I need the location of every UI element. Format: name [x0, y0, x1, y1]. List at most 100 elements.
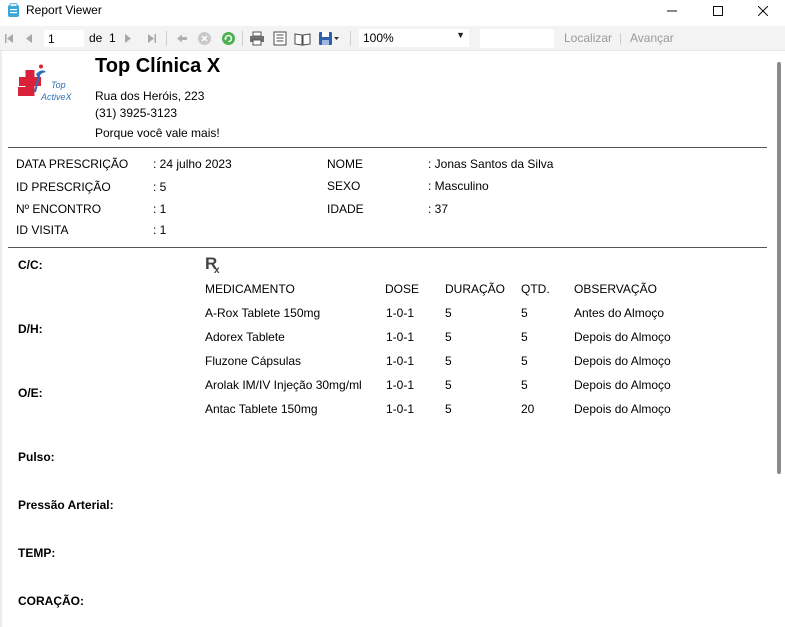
back-button[interactable] [175, 30, 189, 47]
table-cell-qty: 5 [521, 378, 528, 392]
refresh-icon [221, 32, 235, 45]
maximize-icon [713, 6, 723, 16]
patient-name-label: NOME [327, 157, 363, 171]
clinic-slogan: Porque você vale mais! [95, 126, 220, 140]
export-icon [319, 32, 339, 45]
table-cell-observation: Antes do Almoço [574, 306, 665, 320]
table-cell-observation: Depois do Almoço [574, 330, 671, 344]
section-pulse: Pulso: [18, 450, 55, 464]
table-cell-duration: 5 [445, 378, 452, 392]
back-icon [177, 34, 187, 43]
close-icon [758, 6, 768, 16]
total-pages: 1 [109, 31, 116, 45]
refresh-button[interactable] [220, 30, 236, 47]
next-page-icon [124, 34, 131, 43]
window-title: Report Viewer [26, 3, 102, 17]
page-of-label: de [89, 31, 103, 45]
zoom-select[interactable]: 100% ▼ [359, 29, 469, 47]
table-cell-dose: 1-0-1 [386, 378, 415, 392]
table-cell-dose: 1-0-1 [386, 306, 415, 320]
toolbar-separator [350, 31, 351, 46]
visit-id-label: ID VISITA [16, 223, 69, 237]
encounter-number-label: Nº ENCONTRO [16, 202, 102, 216]
patient-age-label: IDADE [327, 202, 364, 216]
stop-button[interactable] [196, 30, 212, 47]
prescription-id-label: ID PRESCRIÇÃO [16, 180, 111, 194]
find-next-link[interactable]: Avançar [630, 31, 674, 45]
table-header-observation: OBSERVAÇÃO [574, 282, 657, 296]
title-bar: Report Viewer [0, 0, 785, 22]
search-input[interactable] [480, 29, 554, 48]
scrollbar-thumb[interactable] [777, 62, 781, 474]
stop-icon [197, 32, 211, 45]
print-icon [250, 31, 264, 46]
table-cell-observation: Depois do Almoço [574, 402, 671, 416]
close-button[interactable] [740, 0, 785, 22]
print-button[interactable] [248, 30, 266, 47]
maximize-button[interactable] [695, 0, 741, 22]
table-header-dose: DOSE [385, 282, 420, 296]
table-cell-duration: 5 [445, 306, 452, 320]
encounter-number-value: : 1 [153, 202, 167, 216]
table-cell-medication: Arolak IM/IV Injeção 30mg/ml [205, 378, 362, 392]
section-cc: C/C: [18, 258, 43, 272]
print-layout-button[interactable] [271, 30, 289, 47]
table-cell-medication: Fluzone Cápsulas [205, 354, 302, 368]
table-header-duration: DURAÇÃO [445, 282, 506, 296]
table-cell-medication: Adorex Tablete [205, 330, 285, 344]
first-page-icon [4, 34, 13, 43]
table-cell-qty: 5 [521, 354, 528, 368]
logo-text-bottom: ActiveX [40, 92, 73, 102]
table-cell-dose: 1-0-1 [386, 402, 415, 416]
zoom-value: 100% [363, 31, 394, 45]
info-divider [8, 247, 767, 248]
table-cell-medication: Antac Tablete 150mg [205, 402, 318, 416]
table-cell-medication: A-Rox Tablete 150mg [205, 306, 321, 320]
patient-sex-label: SEXO [327, 179, 361, 193]
current-page-input[interactable] [44, 30, 84, 47]
section-blood-pressure: Pressão Arterial: [18, 498, 114, 512]
previous-page-icon [25, 34, 32, 43]
clinic-phone: (31) 3925-3123 [95, 106, 178, 120]
table-header-qty: QTD. [521, 282, 550, 296]
table-cell-qty: 5 [521, 330, 528, 344]
previous-page-button[interactable] [23, 30, 35, 47]
section-heart: CORAÇÃO: [18, 594, 84, 608]
patient-age-value: : 37 [428, 202, 449, 216]
print-layout-icon [273, 31, 287, 46]
table-cell-duration: 5 [445, 354, 452, 368]
toolbar-divider: | [619, 31, 623, 45]
export-button[interactable] [317, 30, 341, 47]
last-page-button[interactable] [145, 30, 157, 47]
table-cell-dose: 1-0-1 [386, 354, 415, 368]
toolbar-separator [166, 31, 167, 46]
clinic-name: Top Clínica X [95, 55, 221, 77]
visit-id-value: : 1 [153, 223, 167, 237]
prescription-date-label: DATA PRESCRIÇÃO [16, 157, 129, 171]
table-cell-duration: 5 [445, 402, 452, 416]
report-viewer-app-icon [8, 3, 19, 17]
find-link[interactable]: Localizar [564, 31, 612, 45]
patient-sex-value: : Masculino [428, 179, 489, 193]
clinic-logo: Top ActiveX [18, 64, 73, 102]
table-cell-dose: 1-0-1 [386, 330, 415, 344]
minimize-button[interactable] [649, 0, 695, 22]
logo-text-top: Top [51, 80, 66, 90]
rx-symbol-sub: x [214, 265, 220, 276]
page-setup-icon [294, 32, 310, 46]
prescription-date-value: : 24 julho 2023 [153, 157, 232, 171]
toolbar-separator [242, 31, 243, 46]
page-setup-button[interactable] [293, 30, 311, 47]
next-page-button[interactable] [121, 30, 133, 47]
section-oe: O/E: [18, 386, 43, 400]
table-cell-observation: Depois do Almoço [574, 378, 671, 392]
table-cell-duration: 5 [445, 330, 452, 344]
table-cell-observation: Depois do Almoço [574, 354, 671, 368]
clinic-address: Rua dos Heróis, 223 [95, 89, 205, 103]
section-temp: TEMP: [18, 546, 56, 560]
last-page-icon [147, 34, 156, 43]
report-left-edge [0, 51, 2, 627]
table-cell-qty: 20 [521, 402, 535, 416]
prescription-id-value: : 5 [153, 180, 167, 194]
first-page-button[interactable] [3, 30, 15, 47]
